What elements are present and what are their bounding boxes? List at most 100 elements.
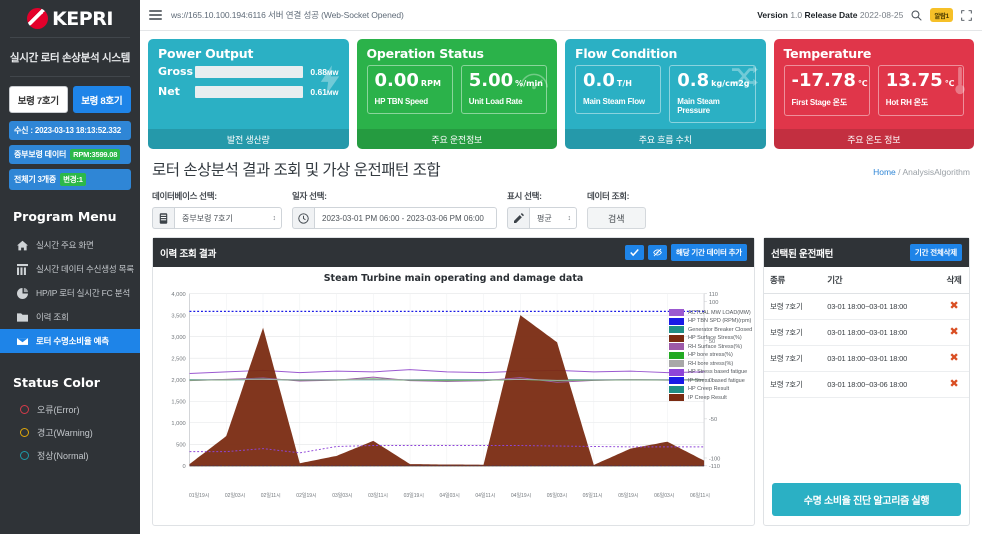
- legend-item[interactable]: ACTUAL MW LOAD(MW): [669, 309, 752, 316]
- legend-swatch: [669, 326, 684, 333]
- metric-caption: First Stage 온도: [791, 98, 848, 107]
- top-bar: ws://165.10.100.194:6116 서버 연결 성공 (Web-S…: [140, 0, 982, 31]
- logo[interactable]: KEPRI: [0, 0, 140, 37]
- x-tick-label: 03일19시: [403, 492, 424, 499]
- breadcrumb-home[interactable]: Home: [873, 167, 896, 177]
- kepri-logo-icon: [27, 8, 49, 29]
- x-tick-label: 03일11시: [368, 492, 389, 499]
- fullscreen-icon[interactable]: [961, 9, 972, 21]
- svg-text:-50: -50: [709, 417, 717, 423]
- x-tick-label: 06일11시: [689, 492, 710, 499]
- legend-swatch: [669, 343, 684, 350]
- kpi-title: Flow Condition: [575, 46, 678, 61]
- search-icon[interactable]: [911, 10, 922, 21]
- x-tick-label: 04일11시: [475, 492, 496, 499]
- folder-icon: [17, 312, 28, 323]
- content-row: 이력 조회 결과 해당 기간 데이터 추가 Steam Turbine main…: [140, 237, 982, 534]
- home-icon: [17, 240, 28, 251]
- info-pill-label: 전체기 3개중: [14, 175, 57, 184]
- breadcrumb-current: AnalysisAlgorithm: [902, 167, 970, 177]
- metric-value: 5.00 %/min: [468, 70, 543, 91]
- metric-value: 0.8 kg/cm2g: [677, 70, 750, 91]
- run-algorithm-button[interactable]: 수명 소비율 진단 알고리즘 실행: [772, 483, 961, 516]
- check-icon[interactable]: [625, 245, 645, 260]
- clear-all-periods-button[interactable]: 기간 전체삭제: [909, 244, 962, 261]
- status-color-heading: Status Color: [13, 375, 100, 390]
- chart-x-axis-labels: 01일19시 02일03시 02일11시 02일19시 03일03시 03일11시 03일1…: [157, 492, 750, 499]
- legend-item[interactable]: RH Surface Stress(%): [669, 343, 752, 350]
- legend-swatch: [669, 317, 684, 325]
- status-label: 경고(Warning): [37, 428, 93, 438]
- svg-text:-110: -110: [709, 464, 720, 470]
- legend-item[interactable]: HP TBN SPD (RPM)(rpm): [669, 317, 752, 325]
- legend-item[interactable]: IP Creep Result: [669, 394, 752, 401]
- add-period-data-button[interactable]: 해당 기간 데이터 추가: [671, 244, 747, 261]
- unit-button-7[interactable]: 보령 7호기: [9, 86, 68, 113]
- pattern-panel-title: 선택된 운전패턴: [771, 248, 834, 260]
- sidebar-item-label: 실시간 주요 화면: [36, 240, 94, 250]
- legend-label: RH bore stress(%): [688, 360, 734, 367]
- search-button[interactable]: 검색: [587, 207, 646, 229]
- sidebar-item-history[interactable]: 이력 조회: [0, 305, 140, 329]
- column-kind: 종류: [764, 267, 822, 294]
- metric-hp-tbn-speed: 0.00 RPM HP TBN Speed: [366, 65, 453, 114]
- legend-item[interactable]: HP bore stress(%): [669, 351, 752, 359]
- grid-icon: [17, 263, 28, 275]
- status-label: 정상(Normal): [37, 451, 89, 461]
- metric-unit-load-rate: 5.00 %/min Unit Load Rate: [460, 65, 547, 114]
- legend-item[interactable]: IP Stress based fatigue: [669, 377, 752, 384]
- legend-item[interactable]: HP Stress based fatigue: [669, 368, 752, 376]
- filter-label: 데이터베이스 선택:: [152, 191, 217, 201]
- legend-label: Generator Breaker Closed: [688, 326, 753, 333]
- kpi-card-power-output: Power Output Gross 0.88MW Net 0.61MW 발전 …: [148, 39, 349, 149]
- hamburger-menu-icon[interactable]: [149, 10, 162, 20]
- x-tick-label: 05일03시: [546, 492, 568, 499]
- delete-row-icon[interactable]: ✖: [949, 300, 958, 312]
- sidebar-item-fc-analysis[interactable]: HP/IP 로터 실시간 FC 분석: [0, 281, 140, 305]
- kpi-card-operation-status: Operation Status 0.00 RPM HP TBN Speed 5.…: [356, 39, 557, 149]
- filter-control: 2023-03-01 PM 06:00 - 2023-03-06 PM 06:0…: [292, 207, 497, 229]
- legend-swatch: [669, 368, 684, 376]
- legend-item[interactable]: HP Creep Result: [669, 385, 752, 393]
- unit-button-8[interactable]: 보령 8호기: [72, 86, 131, 113]
- legend-swatch: [669, 334, 684, 342]
- chart-canvas[interactable]: 0 500 1,000 1,500 2,000 2,500 3,000 3,500 4,000 1…: [157, 286, 750, 492]
- chart-legend: ACTUAL MW LOAD(MW) HP TBN SPD (RPM)(rpm) G…: [669, 309, 752, 401]
- pattern-table-head: 종류 기간 삭제: [764, 267, 969, 294]
- date-range-input[interactable]: 2023-03-01 PM 06:00 - 2023-03-06 PM 06:0…: [314, 207, 497, 229]
- sidebar-item-realtime-main[interactable]: 실시간 주요 화면: [0, 233, 140, 257]
- legend-label: RH Surface Stress(%): [688, 343, 743, 350]
- clock-icon: [292, 207, 314, 229]
- sidebar-item-label: 로터 수명소비율 예측: [36, 336, 109, 346]
- svg-text:-100: -100: [709, 456, 720, 462]
- database-select[interactable]: 중부보령 7호기: [174, 207, 282, 229]
- pattern-panel-actions: 기간 전체삭제: [909, 244, 962, 261]
- sidebar-item-realtime-list[interactable]: 실시간 데이터 수신생성 목록: [0, 257, 140, 281]
- legend-item[interactable]: Generator Breaker Closed: [669, 326, 752, 333]
- status-dot-error-icon: [20, 405, 29, 414]
- kpi-footer: 주요 온도 정보: [773, 129, 974, 149]
- unit-selector: 보령 7호기 보령 8호기: [0, 77, 140, 121]
- sidebar-item-life-prediction[interactable]: 로터 수명소비율 예측: [0, 329, 140, 353]
- kpi-body: 0.0 T/H Main Steam Flow 0.8 kg/cm2g Main S…: [565, 65, 766, 129]
- release-value: 2022-08-25: [859, 10, 904, 20]
- cell-period: 03-01 18:00~03-01 18:00: [821, 345, 939, 372]
- delete-row-icon[interactable]: ✖: [949, 352, 958, 364]
- filter-label: 표시 선택:: [507, 191, 542, 201]
- table-header-row: 종류 기간 삭제: [764, 267, 969, 294]
- eye-slash-icon[interactable]: [648, 245, 668, 260]
- legend-item[interactable]: RH bore stress(%): [669, 360, 752, 367]
- page-title: 로터 손상분석 결과 조회 및 가상 운전패턴 조합: [152, 162, 441, 179]
- kpi-title: Temperature: [783, 46, 872, 61]
- cell-kind: 보령 7호기: [764, 345, 822, 372]
- display-select[interactable]: 평균: [529, 207, 577, 229]
- metric-hot-rh-temp: 13.75 ℃ Hot RH 온도: [877, 65, 964, 116]
- delete-row-icon[interactable]: ✖: [949, 326, 958, 338]
- info-pill-label: 중부보령 데이터: [14, 150, 67, 159]
- legend-label: HP Surface Stress(%): [688, 335, 742, 341]
- alarm-badge[interactable]: 알람1: [930, 8, 953, 22]
- legend-item[interactable]: HP Surface Stress(%): [669, 334, 752, 342]
- status-legend-error: 오류(Error): [0, 398, 140, 421]
- power-net-row: Net 0.61MW: [158, 85, 339, 98]
- delete-row-icon[interactable]: ✖: [949, 378, 958, 390]
